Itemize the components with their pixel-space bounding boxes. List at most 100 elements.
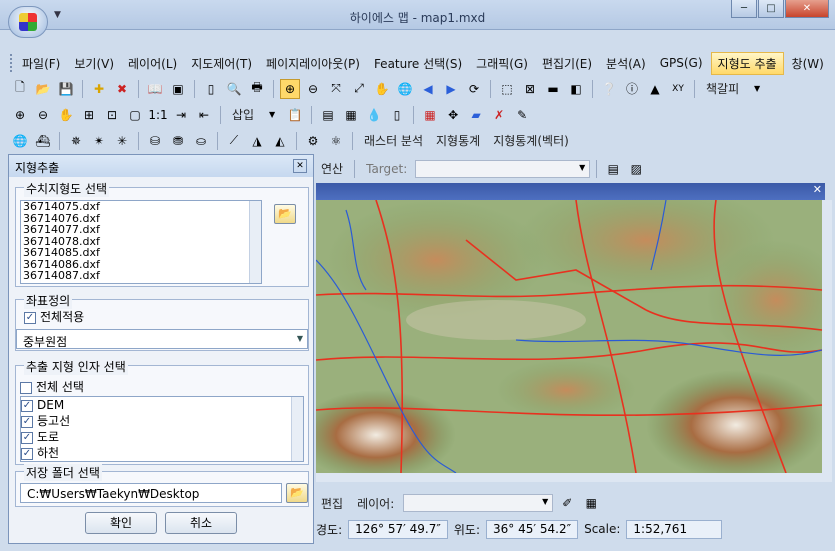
add-data-icon[interactable]: ✚ [89,79,109,99]
minimize-button[interactable]: ─ [731,0,757,18]
panel-close-icon[interactable]: ✕ [293,159,307,173]
list-item[interactable]: ✓ DEM [21,397,303,413]
list-item[interactable]: 36714075.dxf [21,201,261,213]
page-forward-icon[interactable]: ⇥ [171,105,191,125]
layer-combo[interactable]: ▼ [403,494,554,512]
sketch-icon[interactable]: ✐ [557,493,577,513]
open-folder-icon[interactable]: 📂 [274,204,296,224]
page-back-icon[interactable]: ⇤ [194,105,214,125]
layout-pan-icon[interactable]: ✋ [56,105,76,125]
file-listbox[interactable]: 36714075.dxf 36714076.dxf 36714077.dxf 3… [20,200,262,284]
tool-c-icon[interactable]: ✳ [112,131,132,151]
graph-icon[interactable]: ▤ [318,105,338,125]
menu-file[interactable]: 파일(F) [16,53,66,74]
terrain-stat-menu[interactable]: 지형통계 [431,132,485,149]
ok-button[interactable]: 확인 [85,512,157,534]
eraser-icon[interactable]: ◧ [566,79,586,99]
layer-c-icon[interactable]: ⛀ [191,131,211,151]
target-combo[interactable]: ▼ [415,159,591,178]
insert-menu[interactable]: 삽입 [227,106,259,123]
list-item[interactable]: 36714077.dxf [21,224,261,236]
xy-icon[interactable]: XY [668,79,688,99]
drop-icon[interactable]: 💧 [364,105,384,125]
select-icon[interactable]: ⬚ [497,79,517,99]
image-icon[interactable]: ▦ [341,105,361,125]
preview-icon[interactable]: 🔍 [224,79,244,99]
zoom-100-icon[interactable]: ⊡ [102,105,122,125]
cross-icon[interactable]: ✗ [489,105,509,125]
tool-a-icon[interactable]: ✵ [66,131,86,151]
menu-window[interactable]: 창(W) [786,53,830,74]
zoom-out-icon[interactable]: ⊖ [303,79,323,99]
pan-hand-icon[interactable]: ✋ [372,79,392,99]
move-icon[interactable]: ✥ [443,105,463,125]
network-a-icon[interactable]: ⚙ [303,131,323,151]
refresh-icon[interactable]: ⟳ [464,79,484,99]
profile-icon[interactable]: ⟋ [224,131,244,151]
calc-menu[interactable]: 연산 [316,160,348,177]
map-vertical-scrollbar[interactable] [822,200,832,482]
menu-gps[interactable]: GPS(G) [654,54,709,72]
menu-editor[interactable]: 편집기(E) [536,53,598,74]
menu-graphics[interactable]: 그래픽(G) [470,53,534,74]
menu-layer[interactable]: 레이어(L) [122,53,183,74]
insert-chevron-down-icon[interactable]: ▼ [262,105,282,125]
layer-b-icon[interactable]: ⛃ [168,131,188,151]
edit-menu[interactable]: 편집 [316,495,348,512]
map-canvas[interactable] [316,200,822,473]
back-arrow-icon[interactable]: ◀ [418,79,438,99]
coord-combo[interactable]: 중부원점 ▼ [16,329,308,349]
scale-combo[interactable]: 1:52,761 [626,519,723,539]
table-icon[interactable]: ▤ [603,159,623,179]
zoom-in-icon[interactable]: ⊕ [280,78,300,99]
list-item[interactable]: ✓ 도로 [21,429,303,445]
menu-map-control[interactable]: 지도제어(T) [185,53,258,74]
attributes-icon[interactable]: ▦ [581,493,601,513]
north-icon[interactable]: ▲ [645,79,665,99]
select-all-checkbox[interactable]: 전체 선택 [20,378,84,395]
browse-folder-icon[interactable]: 📂 [286,483,308,503]
folder-path-input[interactable]: C:₩Users₩Taekyn₩Desktop [20,483,282,503]
forward-arrow-icon[interactable]: ▶ [441,79,461,99]
book-icon[interactable]: 📖 [145,79,165,99]
close-button[interactable]: ✕ [785,0,829,18]
layout-icon[interactable]: ▣ [168,79,188,99]
terrain-stat-vector-menu[interactable]: 지형통계(벡터) [488,132,574,149]
map-close-icon[interactable]: ✕ [813,183,822,196]
list-item[interactable]: ✓ 등고선 [21,413,303,429]
remove-data-icon[interactable]: ✖ [112,79,132,99]
new-icon[interactable]: 🗋 [10,79,30,99]
info-icon[interactable]: ⓘ [622,79,642,99]
toolbar-grip[interactable] [10,54,14,72]
fixed-zoom-in-icon[interactable]: ⤧ [326,79,346,99]
raster-analysis-menu[interactable]: 래스터 분석 [359,132,428,149]
chevron-down-icon[interactable]: ▼ [747,79,767,99]
cancel-button[interactable]: 취소 [165,512,237,534]
layout-zoom-out-icon[interactable]: ⊖ [33,105,53,125]
list-item[interactable]: ✓ 하천 [21,445,303,461]
open-icon[interactable]: 📂 [33,79,53,99]
map-horizontal-scrollbar[interactable] [316,473,822,482]
list-item[interactable]: 36714085.dxf [21,247,261,259]
factor-listbox[interactable]: ✓ DEM ✓ 등고선 ✓ 도로 ✓ 하천 [20,396,304,462]
terrain-globe-icon[interactable]: 🌐 [10,131,30,151]
page-100-icon[interactable]: 1:1 [148,105,168,125]
full-extent-globe-icon[interactable]: 🌐 [395,79,415,99]
apply-all-checkbox[interactable]: ✓ 전체적용 [24,308,84,325]
paste-icon[interactable]: 📋 [285,105,305,125]
layout-zoom-in-icon[interactable]: ⊕ [10,105,30,125]
aspect-icon[interactable]: ◭ [270,131,290,151]
list-item[interactable]: 36714087.dxf [21,270,261,282]
clear-selection-icon[interactable]: ⊠ [520,79,540,99]
chart-icon[interactable]: ▰ [466,105,486,125]
fixed-zoom-out-icon[interactable]: ⤢ [349,79,369,99]
slope-icon[interactable]: ◮ [247,131,267,151]
zoom-whole-page-icon[interactable]: ⊞ [79,105,99,125]
menu-analysis[interactable]: 분석(A) [600,53,652,74]
menu-view[interactable]: 보기(V) [68,53,120,74]
file-list-scrollbar[interactable] [249,201,261,283]
network-b-icon[interactable]: ⚛ [326,131,346,151]
layer-chevron-down-icon[interactable]: ▼ [542,497,548,506]
save-icon[interactable]: 💾 [56,79,76,99]
picture-icon[interactable]: ▨ [626,159,646,179]
